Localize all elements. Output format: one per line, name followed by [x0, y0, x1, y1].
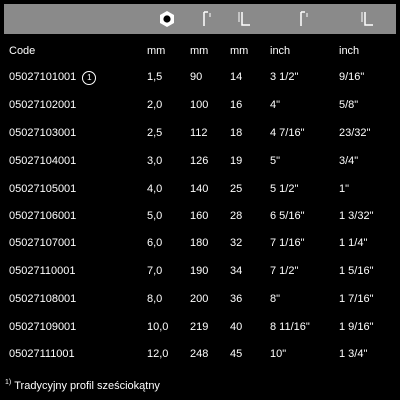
cell-mm-3: 32: [230, 237, 243, 249]
cell-inch-1: 5": [270, 155, 281, 167]
cell-mm-2: 160: [190, 210, 209, 222]
column-header-mm-3: mm: [230, 45, 249, 57]
cell-mm-1: 5,0: [147, 210, 163, 222]
cell-mm-1: 2,5: [147, 127, 163, 139]
l-dimension-inch-icon: [358, 4, 378, 34]
cell-mm-1: 7,0: [147, 265, 163, 277]
column-header-inch-2: inch: [339, 45, 360, 57]
cell-inch-2: 1": [339, 183, 350, 195]
code-cell: 05027101001 1: [9, 70, 97, 85]
column-header-mm-2: mm: [190, 45, 209, 57]
cell-inch-1: 5 1/2": [270, 183, 299, 195]
cell-inch-1: 3 1/2": [270, 71, 299, 83]
cell-inch-2: 1 7/16": [339, 293, 374, 305]
code-cell: 05027110001: [9, 265, 76, 277]
hexagon-socket-icon: [154, 4, 180, 34]
cell-mm-2: 100: [190, 99, 209, 111]
table-row: 05027105001 4,0 140 25 5 1/2" 1": [0, 182, 400, 202]
table-row: 05027109001 10,0 219 40 8 11/16" 1 9/16": [0, 320, 400, 340]
cell-mm-2: 180: [190, 237, 209, 249]
table-row: 05027108001 8,0 200 36 8" 1 7/16": [0, 292, 400, 312]
cell-mm-3: 14: [230, 71, 243, 83]
cell-inch-2: 1 5/16": [339, 265, 374, 277]
cell-mm-1: 4,0: [147, 183, 163, 195]
table-row: 05027103001 2,5 112 18 4 7/16" 23/32": [0, 126, 400, 146]
footnote: 1) Tradycyjny profil sześciokątny: [5, 376, 160, 393]
cell-mm-2: 190: [190, 265, 209, 277]
cell-inch-2: 9/16": [339, 71, 365, 83]
cell-inch-1: 7 1/16": [270, 237, 305, 249]
table-row: 05027111001 12,0 248 45 10" 1 3/4": [0, 347, 400, 367]
code-cell: 05027104001: [9, 155, 77, 167]
cell-inch-1: 4": [270, 99, 281, 111]
cell-mm-3: 34: [230, 265, 243, 277]
table-header-band: [4, 4, 396, 34]
cell-mm-3: 36: [230, 293, 243, 305]
cell-inch-1: 4 7/16": [270, 127, 305, 139]
cell-mm-1: 6,0: [147, 237, 163, 249]
cell-mm-3: 28: [230, 210, 243, 222]
cell-mm-1: 8,0: [147, 293, 163, 305]
cell-inch-2: 5/8": [339, 99, 359, 111]
code-cell: 05027106001: [9, 210, 77, 222]
note-marker: 1: [82, 71, 97, 85]
cell-mm-3: 18: [230, 127, 243, 139]
footnote-text: Tradycyjny profil sześciokątny: [14, 380, 160, 392]
cell-mm-2: 140: [190, 183, 209, 195]
table-row: 05027102001 2,0 100 16 4" 5/8": [0, 98, 400, 118]
cell-mm-2: 219: [190, 321, 209, 333]
column-header-code: Code: [9, 45, 36, 57]
code-cell: 05027108001: [9, 293, 77, 305]
cell-mm-3: 40: [230, 321, 243, 333]
cell-mm-2: 112: [190, 127, 208, 139]
cell-mm-1: 3,0: [147, 155, 163, 167]
bracket-dimension-inch-icon: [294, 4, 314, 34]
cell-mm-1: 2,0: [147, 99, 163, 111]
cell-mm-2: 90: [190, 71, 203, 83]
cell-inch-2: 1 3/4": [339, 348, 368, 360]
table-row: 05027107001 6,0 180 32 7 1/16" 1 1/4": [0, 236, 400, 256]
cell-mm-2: 126: [190, 155, 209, 167]
code-value: 05027101001: [9, 71, 77, 83]
code-cell: 05027102001: [9, 99, 77, 111]
l-dimension-icon: [235, 4, 255, 34]
code-cell: 05027109001: [9, 321, 77, 333]
cell-mm-1: 10,0: [147, 321, 169, 333]
table-row: 05027106001 5,0 160 28 6 5/16" 1 3/32": [0, 209, 400, 229]
footnote-marker: 1): [5, 379, 12, 386]
code-cell: 05027103001: [9, 127, 77, 139]
cell-mm-2: 200: [190, 293, 209, 305]
cell-inch-1: 8 11/16": [270, 321, 310, 333]
cell-inch-1: 10": [270, 348, 287, 360]
column-header-mm-1: mm: [147, 45, 166, 57]
table-row: 05027101001 1 1,5 90 14 3 1/2" 9/16": [0, 70, 400, 90]
cell-mm-2: 248: [190, 348, 209, 360]
cell-mm-1: 1,5: [147, 71, 163, 83]
cell-inch-1: 7 1/2": [270, 265, 299, 277]
cell-mm-1: 12,0: [147, 348, 169, 360]
cell-inch-1: 8": [270, 293, 281, 305]
cell-inch-2: 1 3/32": [339, 210, 374, 222]
cell-inch-2: 1 9/16": [339, 321, 374, 333]
cell-inch-2: 3/4": [339, 155, 359, 167]
code-cell: 05027107001: [9, 237, 77, 249]
cell-mm-3: 45: [230, 348, 243, 360]
cell-inch-2: 23/32": [339, 127, 371, 139]
cell-mm-3: 19: [230, 155, 243, 167]
bracket-dimension-icon: [197, 4, 217, 34]
code-cell: 05027111001: [9, 348, 75, 360]
cell-mm-3: 16: [230, 99, 243, 111]
cell-mm-3: 25: [230, 183, 243, 195]
code-cell: 05027105001: [9, 183, 77, 195]
table-row: 05027110001 7,0 190 34 7 1/2" 1 5/16": [0, 264, 400, 284]
cell-inch-1: 6 5/16": [270, 210, 305, 222]
table-row: 05027104001 3,0 126 19 5" 3/4": [0, 154, 400, 174]
column-header-inch-1: inch: [270, 45, 291, 57]
cell-inch-2: 1 1/4": [339, 237, 368, 249]
